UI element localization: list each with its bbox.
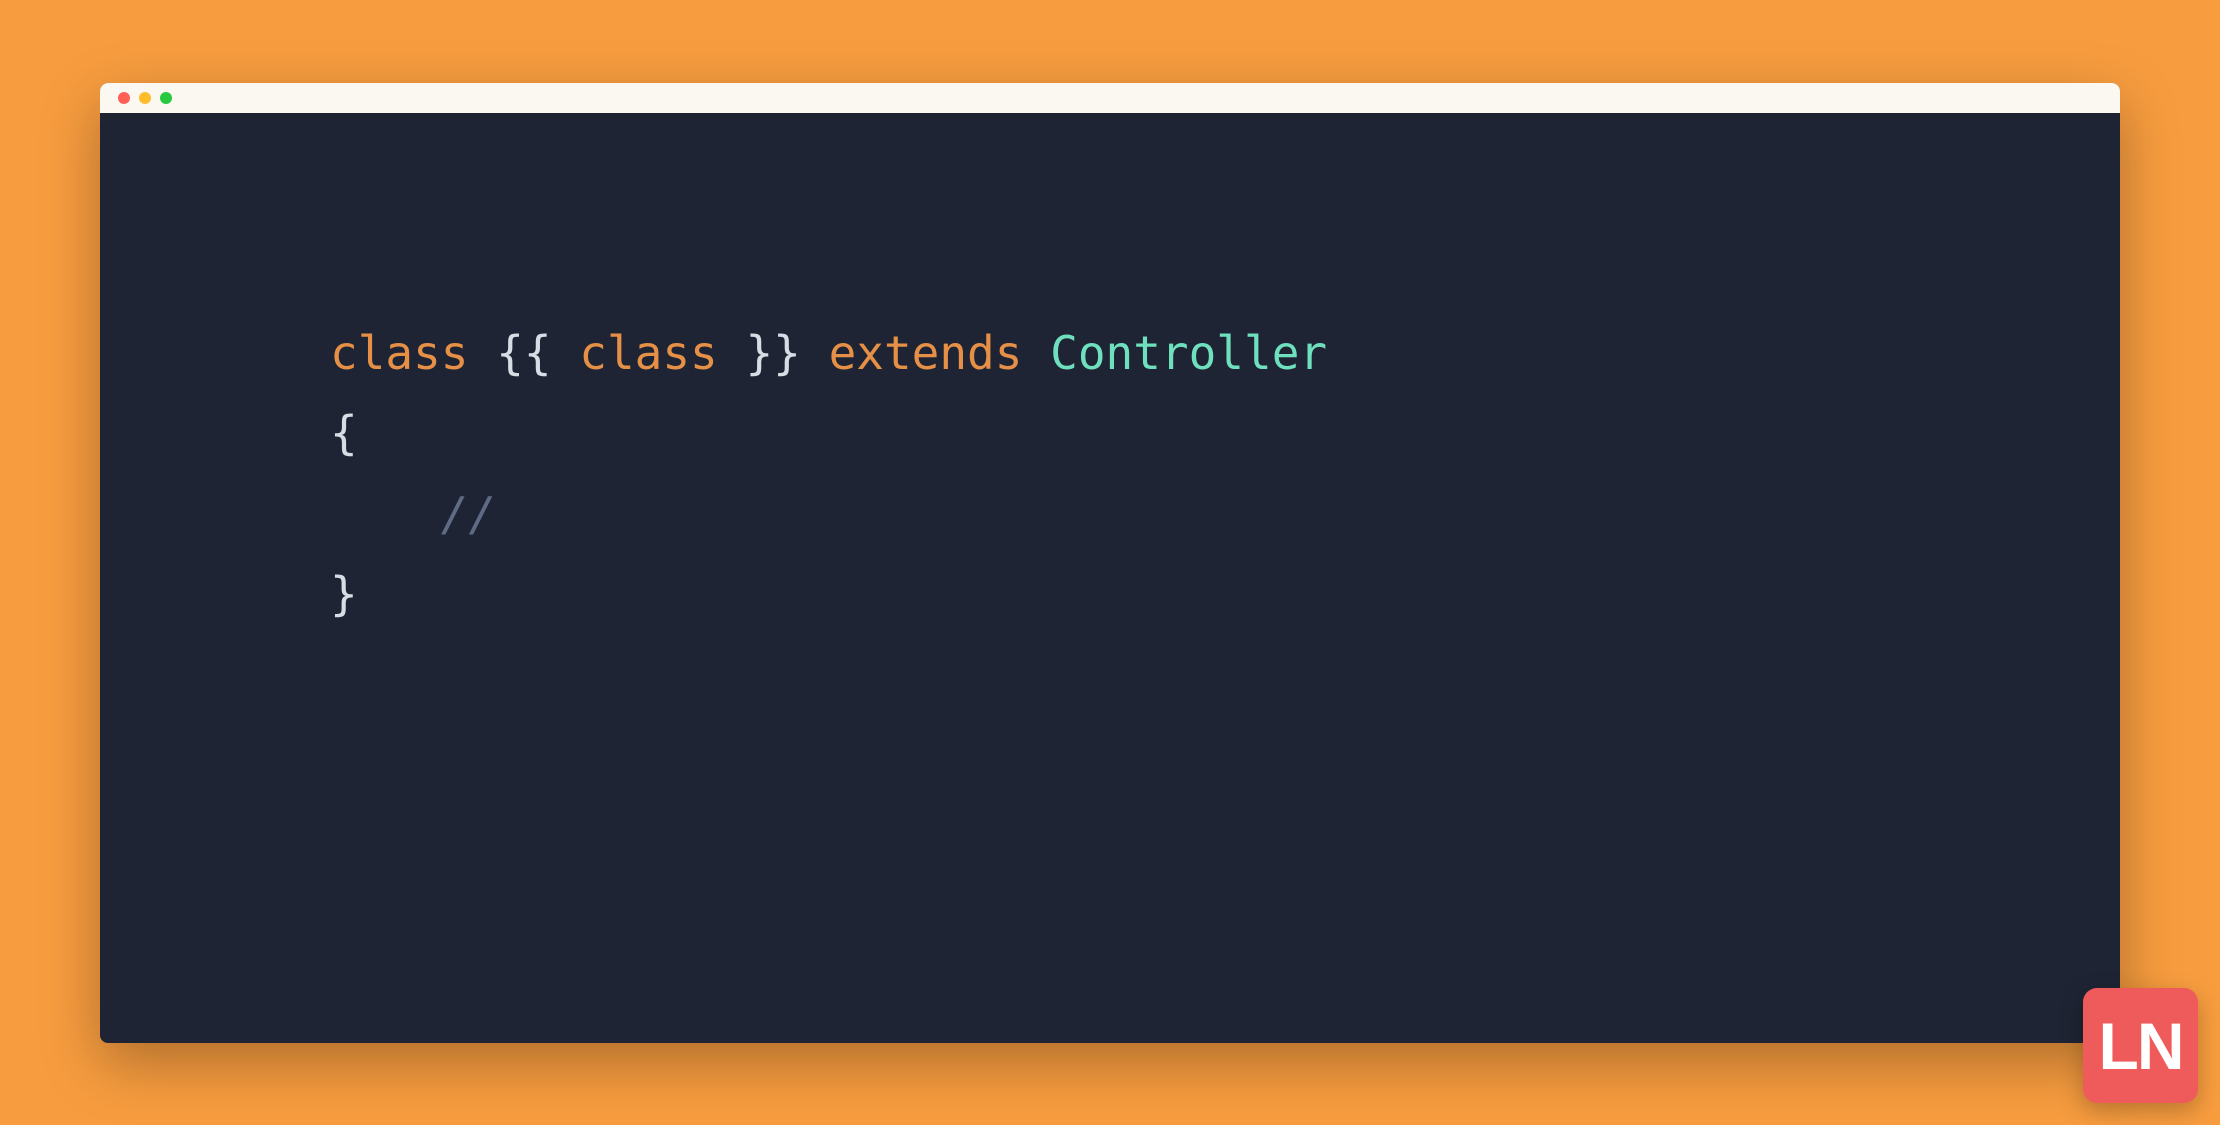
- code-editor: class {{ class }} extends Controller { /…: [100, 113, 2120, 1043]
- maximize-button[interactable]: [160, 92, 172, 104]
- keyword-class: class: [330, 326, 468, 380]
- classname-controller: Controller: [1050, 326, 1327, 380]
- logo-text: LN: [2099, 1008, 2183, 1084]
- window-titlebar: [100, 83, 2120, 113]
- minimize-button[interactable]: [139, 92, 151, 104]
- template-var-class: class: [579, 326, 717, 380]
- template-open-braces: {{: [496, 326, 551, 380]
- comment-slashes: //: [441, 487, 496, 541]
- keyword-extends: extends: [829, 326, 1023, 380]
- template-close-braces: }}: [745, 326, 800, 380]
- ln-logo: LN: [2083, 988, 2198, 1103]
- close-curly-brace: }: [330, 567, 358, 621]
- indent-guide: [330, 487, 441, 541]
- editor-window: class {{ class }} extends Controller { /…: [100, 83, 2120, 1043]
- open-curly-brace: {: [330, 406, 358, 460]
- close-button[interactable]: [118, 92, 130, 104]
